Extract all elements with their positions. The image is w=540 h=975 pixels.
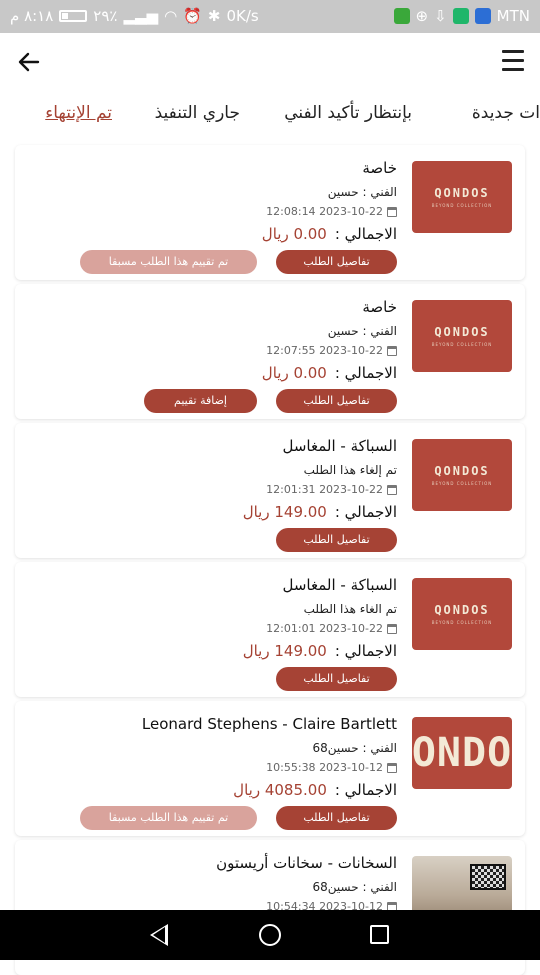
order-status: تم الغاء هذا الطلب [303, 602, 397, 616]
date-text: 2023-10-22 12:07:55 [266, 344, 383, 357]
thumb-logo: QONDOS [434, 603, 490, 617]
add-rating-button[interactable]: إضافة تقييم [144, 389, 257, 413]
total-amount: 149.00 ريال [242, 503, 327, 521]
thumb-subtitle: BEYOND COLLECTION [431, 342, 493, 347]
bluetooth-icon: ✱ [207, 7, 221, 25]
date-text: 2023-10-22 12:01:01 [266, 622, 383, 635]
order-title: السخانات - سخانات أريستون [216, 854, 397, 872]
date-text: 2023-10-12 10:55:38 [266, 761, 383, 774]
order-details-button[interactable]: تفاصيل الطلب [276, 806, 397, 830]
technician: الفني : حسين68 [312, 741, 397, 755]
tab-completed[interactable]: تم الإنتهاء [45, 103, 112, 123]
technician: الفني : حسين68 [312, 880, 397, 894]
order-card[interactable]: QONDOS BEYOND COLLECTION خاصة الفني : حس… [15, 284, 525, 419]
total-label: الاجمالي : [334, 503, 397, 521]
total-label: الاجمالي : [334, 364, 397, 382]
date-text: 2023-10-22 12:01:31 [266, 483, 383, 496]
order-date: 2023-10-22 12:08:14 [266, 205, 397, 218]
thumb-subtitle: BEYOND COLLECTION [431, 481, 493, 486]
order-date: 2023-10-12 10:55:38 [266, 761, 397, 774]
total-amount: 0.00 ريال [261, 225, 327, 243]
order-card[interactable]: QONDOS BEYOND COLLECTION السباكة - المغا… [15, 423, 525, 558]
add-circle-icon: ⊕ [415, 7, 429, 25]
net-speed: 0K/s [226, 7, 259, 25]
nav-back-icon[interactable] [150, 924, 168, 946]
nav-home-icon[interactable] [259, 924, 281, 946]
wifi-icon: ◠ [164, 7, 178, 25]
order-thumbnail: QONDOS BEYOND COLLECTION [412, 300, 512, 372]
status-bar: ٨:١٨ م ٢٩٪ ▂▃▅ ◠ ⏰ ✱ 0K/s ⊕ ⇩ MTN [0, 0, 540, 33]
battery-level: ٢٩٪ [93, 7, 118, 25]
order-details-button[interactable]: تفاصيل الطلب [276, 528, 397, 552]
total-amount: 4085.00 ريال [233, 781, 327, 799]
order-title: Leonard Stephens - Claire Bartlett [141, 715, 397, 733]
status-right: ⊕ ⇩ MTN [393, 7, 530, 25]
tv-image [470, 864, 506, 890]
app-bar [0, 33, 540, 91]
calendar-icon [387, 206, 397, 217]
order-card[interactable]: ONDO Leonard Stephens - Claire Bartlett … [15, 701, 525, 836]
battery-icon [59, 10, 88, 22]
clock: ٨:١٨ م [10, 7, 54, 25]
thumb-logo: QONDOS [434, 464, 490, 478]
order-card[interactable]: QONDOS BEYOND COLLECTION السباكة - المغا… [15, 562, 525, 697]
order-details-button[interactable]: تفاصيل الطلب [276, 389, 397, 413]
thumb-logo: QONDOS [434, 186, 490, 200]
total-label: الاجمالي : [334, 781, 397, 799]
order-thumbnail: QONDOS BEYOND COLLECTION [412, 578, 512, 650]
already-rated-button[interactable]: تم تقييم هذا الطلب مسبقا [80, 250, 257, 274]
order-title: السباكة - المغاسل [282, 437, 398, 455]
alarm-icon: ⏰ [183, 7, 202, 25]
tab-in-progress[interactable]: جاري التنفيذ [155, 103, 240, 123]
order-total: الاجمالي : 149.00 ريال [243, 503, 397, 521]
calendar-icon [387, 345, 397, 356]
total-label: الاجمالي : [334, 225, 397, 243]
total-amount: 149.00 ريال [242, 642, 327, 660]
order-date: 2023-10-22 12:01:31 [266, 483, 397, 496]
order-total: الاجمالي : 0.00 ريال [262, 364, 397, 382]
order-total: الاجمالي : 4085.00 ريال [233, 781, 397, 799]
calendar-icon [387, 762, 397, 773]
carrier: MTN [496, 7, 530, 25]
thumb-subtitle: BEYOND COLLECTION [431, 203, 493, 208]
total-label: الاجمالي : [334, 642, 397, 660]
thumb-subtitle: BEYOND COLLECTION [431, 620, 493, 625]
download-icon: ⇩ [434, 7, 447, 25]
nav-recent-apps-icon[interactable] [370, 925, 389, 944]
order-date: 2023-10-22 12:01:01 [266, 622, 397, 635]
app-notification-icon [393, 8, 410, 24]
calendar-icon [387, 623, 397, 634]
date-text: 2023-10-22 12:08:14 [266, 205, 383, 218]
tab-new[interactable]: ات جديدة [472, 103, 540, 123]
already-rated-button[interactable]: تم تقييم هذا الطلب مسبقا [80, 806, 257, 830]
tab-awaiting-confirmation[interactable]: بإنتظار تأكيد الفني [284, 103, 412, 123]
order-title: السباكة - المغاسل [282, 576, 398, 594]
thumb-logo: ONDO [412, 730, 512, 776]
order-total: الاجمالي : 149.00 ريال [243, 642, 397, 660]
order-thumbnail: QONDOS BEYOND COLLECTION [412, 161, 512, 233]
order-details-button[interactable]: تفاصيل الطلب [276, 667, 397, 691]
order-status: تم إلغاء هذا الطلب [303, 463, 397, 477]
order-total: الاجمالي : 0.00 ريال [262, 225, 397, 243]
signal-icon: ▂▃▅ [123, 7, 159, 25]
hamburger-menu-icon[interactable] [502, 50, 524, 72]
order-date: 2023-10-22 12:07:55 [266, 344, 397, 357]
status-left: ٨:١٨ م ٢٩٪ ▂▃▅ ◠ ⏰ ✱ 0K/s [10, 7, 259, 25]
status-tabs: تم الإنتهاء جاري التنفيذ بإنتظار تأكيد ا… [0, 91, 540, 137]
thumb-logo: QONDOS [434, 325, 490, 339]
technician: الفني : حسين [327, 324, 397, 338]
shield-icon [474, 8, 491, 24]
total-amount: 0.00 ريال [261, 364, 327, 382]
order-card[interactable]: QONDOS BEYOND COLLECTION خاصة الفني : حس… [15, 145, 525, 280]
order-thumbnail: QONDOS BEYOND COLLECTION [412, 439, 512, 511]
fitness-icon [452, 8, 469, 24]
calendar-icon [387, 484, 397, 495]
order-details-button[interactable]: تفاصيل الطلب [276, 250, 397, 274]
order-thumbnail: ONDO [412, 717, 512, 789]
order-title: خاصة [362, 298, 397, 316]
order-title: خاصة [362, 159, 397, 177]
technician: الفني : حسين [327, 185, 397, 199]
back-arrow-icon[interactable] [16, 49, 42, 75]
system-nav-bar [0, 910, 540, 960]
